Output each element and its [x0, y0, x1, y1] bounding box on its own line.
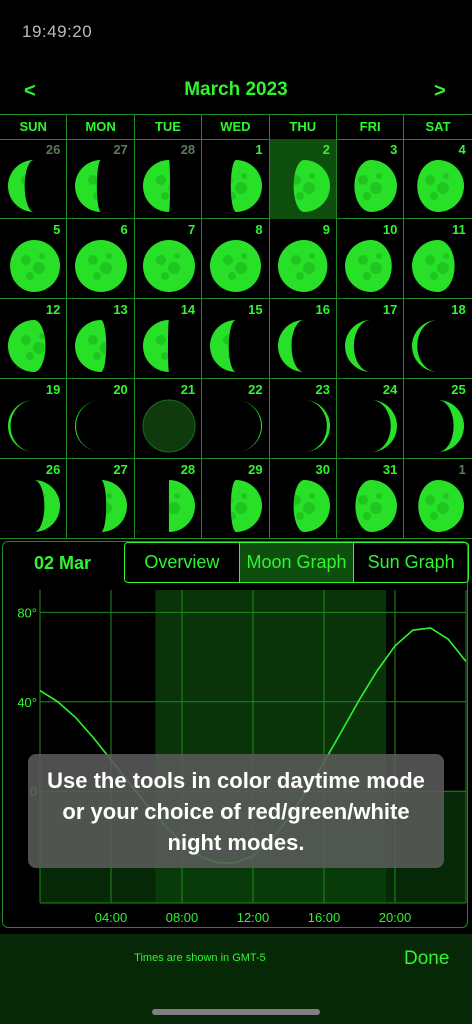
moon-altitude-graph: 80°40°004:0008:0012:0016:0020:00	[17, 590, 467, 925]
x-tick-label: 12:00	[237, 910, 270, 925]
timezone-note: Times are shown in GMT-5	[134, 952, 266, 964]
y-tick-label: 80°	[17, 605, 37, 620]
done-button[interactable]: Done	[404, 948, 449, 970]
x-tick-label: 20:00	[379, 910, 412, 925]
x-tick-label: 08:00	[166, 910, 199, 925]
x-tick-label: 04:00	[95, 910, 128, 925]
y-tick-label: 40°	[17, 695, 37, 710]
tooltip-text: Use the tools in color daytime mode or y…	[47, 767, 425, 855]
home-indicator	[152, 1009, 320, 1015]
x-tick-label: 16:00	[308, 910, 341, 925]
tooltip-overlay[interactable]: Use the tools in color daytime mode or y…	[28, 754, 444, 868]
